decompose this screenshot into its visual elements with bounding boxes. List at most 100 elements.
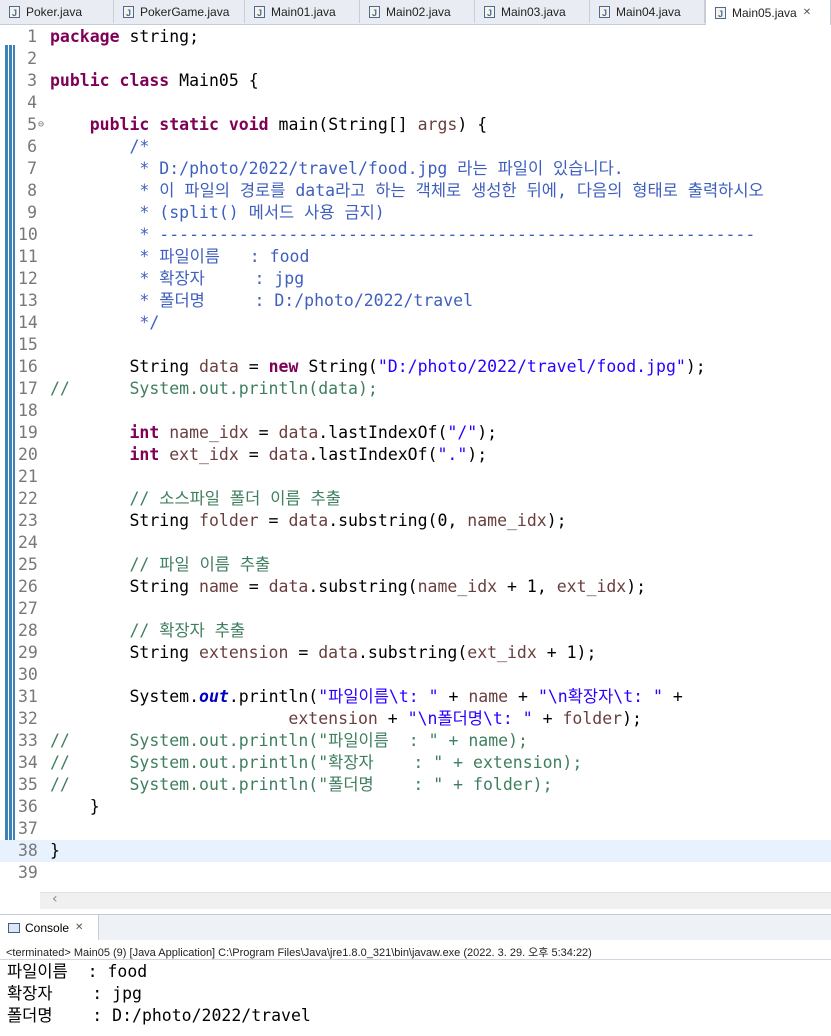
console-tab-bar: Console ✕ bbox=[0, 914, 831, 940]
code-line[interactable]: 32 extension + "\n폴더명\t: " + folder); bbox=[0, 708, 831, 730]
code-line[interactable]: 10 * -----------------------------------… bbox=[0, 224, 831, 246]
line-number: 27 bbox=[18, 599, 38, 618]
code-text: int name_idx = data.lastIndexOf("/"); bbox=[129, 423, 498, 442]
console-output-line: 폴더명 : D:/photo/2022/travel bbox=[7, 1006, 311, 1025]
line-number: 6 bbox=[27, 137, 37, 156]
java-file-icon: J bbox=[599, 5, 610, 18]
code-line[interactable]: 8 * 이 파일의 경로를 data라고 하는 객체로 생성한 뒤에, 다음의 … bbox=[0, 180, 831, 202]
fold-toggle-icon[interactable]: ⊖ bbox=[38, 114, 44, 136]
code-text: public static void main(String[] args) { bbox=[89, 115, 488, 134]
code-line[interactable]: 3 public class Main05 { bbox=[0, 70, 831, 92]
code-text: // 확장자 추출 bbox=[50, 621, 246, 640]
console-output-line: 파일이름 : food bbox=[7, 962, 148, 981]
code-line[interactable]: 2 bbox=[0, 48, 831, 70]
code-line[interactable]: 26 String name = data.substring(name_idx… bbox=[0, 576, 831, 598]
java-file-icon: J bbox=[369, 5, 380, 18]
line-number: 28 bbox=[18, 621, 38, 640]
tab-main03[interactable]: J Main03.java bbox=[475, 0, 590, 23]
code-line[interactable]: 6 /* bbox=[0, 136, 831, 158]
code-line[interactable]: 37 bbox=[0, 818, 831, 840]
code-line[interactable]: 17 // System.out.println(data); bbox=[0, 378, 831, 400]
line-number: 38 bbox=[18, 841, 38, 860]
code-line[interactable]: 20 int ext_idx = data.lastIndexOf("."); bbox=[0, 444, 831, 466]
line-number: 29 bbox=[18, 643, 38, 662]
line-number: 1 bbox=[27, 27, 37, 46]
console-tab-label: Console bbox=[25, 920, 70, 935]
divider bbox=[0, 959, 831, 960]
tab-pokergame[interactable]: J PokerGame.java bbox=[114, 0, 245, 23]
code-line[interactable]: 7 * D:/photo/2022/travel/food.jpg 라는 파일이… bbox=[0, 158, 831, 180]
line-number: 8 bbox=[27, 181, 37, 200]
code-text: * 확장자 : jpg bbox=[50, 269, 305, 288]
line-number: 20 bbox=[18, 445, 38, 464]
code-line[interactable]: 15 bbox=[0, 334, 831, 356]
code-text: // System.out.println("폴더명 : " + folder)… bbox=[50, 775, 553, 794]
close-icon[interactable]: ✕ bbox=[75, 922, 83, 933]
code-text: public class Main05 { bbox=[50, 71, 259, 90]
code-line[interactable]: 22 // 소스파일 폴더 이름 추출 bbox=[0, 488, 831, 510]
line-number: 5 bbox=[27, 115, 37, 134]
tab-main04[interactable]: J Main04.java bbox=[590, 0, 705, 23]
scroll-left-icon[interactable]: ‹ bbox=[52, 891, 58, 907]
line-number: 12 bbox=[18, 269, 38, 288]
tab-main01[interactable]: J Main01.java bbox=[245, 0, 360, 23]
code-text: String data = new String("D:/photo/2022/… bbox=[50, 357, 706, 376]
code-line[interactable]: 34 // System.out.println("확장자 : " + exten… bbox=[0, 752, 831, 774]
editor-tab-bar: J Poker.java J PokerGame.java J Main01.java J M… bbox=[0, 0, 831, 25]
tab-label: Main04.java bbox=[616, 4, 681, 19]
code-line[interactable]: 5 ⊖ public static void main(String[] args… bbox=[0, 114, 831, 136]
tab-label: Main02.java bbox=[386, 4, 451, 19]
code-line[interactable]: 30 bbox=[0, 664, 831, 686]
code-line[interactable]: 39 bbox=[0, 862, 831, 884]
code-line[interactable]: 29 String extension = data.substring(ext… bbox=[0, 642, 831, 664]
code-line[interactable]: 16 String data = new String("D:/photo/20… bbox=[0, 356, 831, 378]
code-line[interactable]: 36 } bbox=[0, 796, 831, 818]
code-line[interactable]: 18 bbox=[0, 400, 831, 422]
line-number: 18 bbox=[18, 401, 38, 420]
code-line[interactable]: 13 * 폴더명 : D:/photo/2022/travel bbox=[0, 290, 831, 312]
code-line[interactable]: 35 // System.out.println("폴더명 : " + folde… bbox=[0, 774, 831, 796]
java-file-icon: J bbox=[123, 5, 134, 18]
code-line[interactable]: 33 // System.out.println("파일이름 : " + name… bbox=[0, 730, 831, 752]
tab-label: Main01.java bbox=[271, 4, 336, 19]
line-number: 32 bbox=[18, 709, 38, 728]
code-line[interactable]: 21 bbox=[0, 466, 831, 488]
code-line[interactable]: 9 * (split() 메서드 사용 금지) bbox=[0, 202, 831, 224]
code-text: */ bbox=[50, 313, 160, 332]
java-file-icon: J bbox=[9, 5, 20, 18]
code-line[interactable]: 24 bbox=[0, 532, 831, 554]
line-number: 22 bbox=[18, 489, 38, 508]
line-number: 13 bbox=[18, 291, 38, 310]
line-number: 33 bbox=[18, 731, 38, 750]
code-line[interactable]: 31 System.out.println("파일이름\t: " + name … bbox=[0, 686, 831, 708]
line-number: 3 bbox=[27, 71, 37, 90]
code-line[interactable]: 28 // 확장자 추출 bbox=[0, 620, 831, 642]
code-line[interactable]: 12 * 확장자 : jpg bbox=[0, 268, 831, 290]
code-line[interactable]: 1 package string; bbox=[0, 26, 831, 48]
tab-console[interactable]: Console ✕ bbox=[0, 915, 99, 940]
tab-label: Main05.java bbox=[732, 5, 797, 20]
tab-poker[interactable]: J Poker.java bbox=[0, 0, 114, 23]
code-line[interactable]: 19 int name_idx = data.lastIndexOf("/"); bbox=[0, 422, 831, 444]
line-number: 30 bbox=[18, 665, 38, 684]
code-text: String folder = data.substring(0, name_i… bbox=[50, 511, 567, 530]
code-text: extension + "\n폴더명\t: " + folder); bbox=[288, 709, 642, 728]
line-number: 26 bbox=[18, 577, 38, 596]
line-number: 7 bbox=[27, 159, 37, 178]
tab-main05[interactable]: J Main05.java ✕ bbox=[705, 0, 831, 25]
console-icon bbox=[8, 922, 20, 933]
code-line[interactable]: 27 bbox=[0, 598, 831, 620]
code-text: // System.out.println(data); bbox=[50, 379, 378, 398]
code-line[interactable]: 4 bbox=[0, 92, 831, 114]
code-text: package string; bbox=[50, 27, 200, 46]
tab-main02[interactable]: J Main02.java bbox=[360, 0, 475, 23]
code-line[interactable]: 23 String folder = data.substring(0, nam… bbox=[0, 510, 831, 532]
code-line[interactable]: 11 * 파일이름 : food bbox=[0, 246, 831, 268]
close-icon[interactable]: ✕ bbox=[803, 7, 811, 18]
code-line[interactable]: 14 */ bbox=[0, 312, 831, 334]
line-number: 19 bbox=[18, 423, 38, 442]
code-text: // 소스파일 폴더 이름 추출 bbox=[50, 489, 341, 508]
code-line[interactable]: 38} bbox=[0, 840, 831, 862]
horizontal-scrollbar[interactable]: ‹ bbox=[40, 891, 831, 909]
code-line[interactable]: 25 // 파일 이름 추출 bbox=[0, 554, 831, 576]
